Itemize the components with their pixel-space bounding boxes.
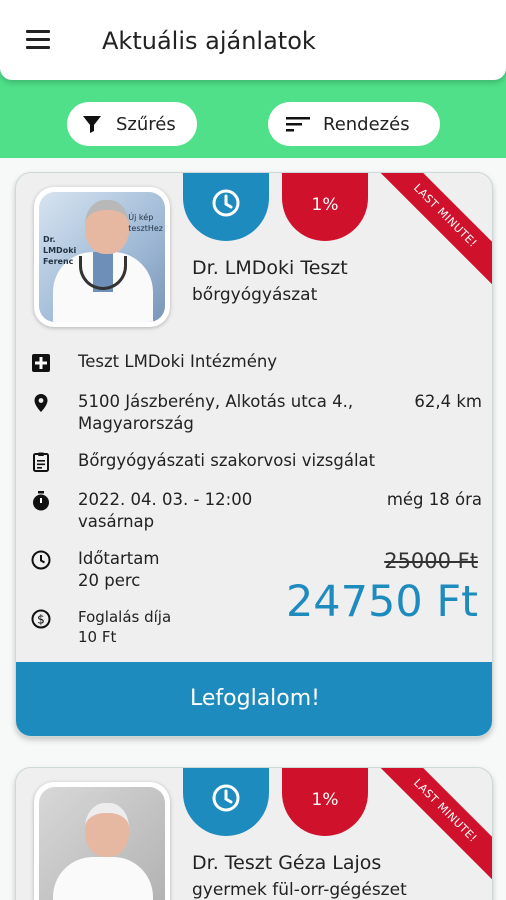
- offer-card[interactable]: Dr. LMDoki Ferenc Új kép tesztHez 1% LAS…: [15, 172, 493, 737]
- filter-label: Szűrés: [116, 113, 176, 135]
- address-line-1: 5100 Jászberény, Alkotás utca 4.,: [78, 392, 354, 411]
- filter-button[interactable]: Szűrés: [67, 102, 197, 146]
- last-minute-clock-badge: [183, 768, 269, 836]
- institution-name: Teszt LMDoki Intézmény: [78, 352, 278, 371]
- photo-caption-secondary: Új kép tesztHez: [128, 213, 163, 233]
- app-bar: Aktuális ajánlatok: [0, 0, 506, 80]
- doctor-photo: [34, 782, 170, 900]
- stopwatch-icon: [33, 491, 49, 511]
- clock-icon: [212, 189, 240, 217]
- sort-label: Rendezés: [323, 113, 410, 135]
- appointment-weekday: vasárnap: [78, 512, 155, 531]
- doctor-specialty: gyermek fül-orr-gégészet: [192, 880, 407, 900]
- offer-card[interactable]: 1% LAST MINUTE! Dr. Teszt Géza Lajos gye…: [15, 767, 493, 900]
- doctor-name: Dr. LMDoki Teszt: [192, 257, 348, 279]
- location-pin-icon: [34, 394, 48, 412]
- sort-button[interactable]: Rendezés: [268, 102, 440, 146]
- offer-list[interactable]: Dr. LMDoki Ferenc Új kép tesztHez 1% LAS…: [0, 158, 506, 900]
- discounted-price: 24750 Ft: [285, 577, 478, 627]
- fee-label: Foglalás díja: [78, 608, 172, 626]
- page-title: Aktuális ajánlatok: [102, 27, 316, 55]
- filter-icon: [83, 116, 101, 133]
- fee-value: 10 Ft: [78, 628, 117, 646]
- book-button[interactable]: Lefoglalom!: [16, 662, 492, 736]
- service-name: Bőrgyógyászati szakorvosi vizsgálat: [78, 451, 376, 470]
- distance: 62,4 km: [414, 392, 482, 411]
- clock-outline-icon: [31, 550, 51, 570]
- discount-badge: 1%: [282, 173, 368, 241]
- svg-text:$: $: [37, 613, 45, 627]
- clipboard-icon: [33, 452, 49, 472]
- last-minute-ribbon: LAST MINUTE!: [374, 768, 492, 882]
- discount-badge: 1%: [282, 768, 368, 836]
- filter-bar: Szűrés Rendezés: [0, 80, 506, 158]
- last-minute-clock-badge: [183, 173, 269, 241]
- sort-icon: [286, 117, 310, 132]
- appointment-datetime: 2022. 04. 03. - 12:00: [78, 490, 253, 509]
- last-minute-ribbon: LAST MINUTE!: [374, 173, 492, 287]
- time-remaining: még 18 óra: [386, 490, 482, 509]
- original-price: 25000 Ft: [384, 549, 478, 573]
- clock-icon: [212, 784, 240, 812]
- photo-caption: Dr. LMDoki Ferenc: [43, 235, 77, 266]
- medical-cross-icon: [32, 354, 50, 372]
- doctor-name: Dr. Teszt Géza Lajos: [192, 852, 382, 874]
- doctor-specialty: bőrgyógyászat: [192, 285, 318, 305]
- doctor-photo: Dr. LMDoki Ferenc Új kép tesztHez: [34, 187, 170, 327]
- duration-label: Időtartam: [78, 549, 160, 568]
- dollar-circle-icon: $: [31, 609, 51, 629]
- address-line-2: Magyarország: [78, 414, 194, 433]
- duration-value: 20 perc: [78, 571, 141, 590]
- menu-icon[interactable]: [24, 28, 54, 52]
